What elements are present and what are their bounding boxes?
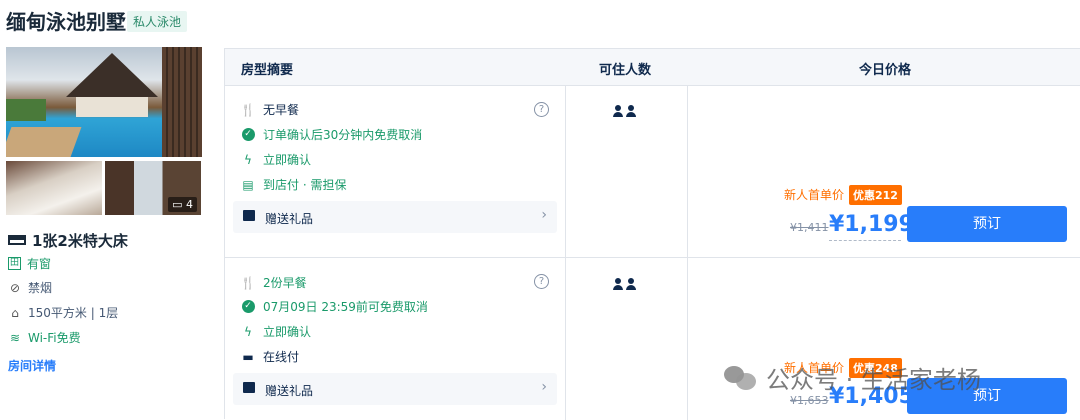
bed-icon: [8, 235, 26, 245]
help-icon[interactable]: ?: [534, 274, 549, 289]
pay-at-hotel-icon: ▤: [242, 177, 254, 192]
feature-window: 田 有窗: [8, 257, 52, 271]
lightning-icon: ϟ: [244, 324, 252, 339]
original-price: ¥1,411: [790, 221, 829, 234]
chevron-right-icon: ›: [541, 379, 547, 395]
original-price: ¥1,653: [790, 394, 829, 407]
occupancy-icons: [613, 105, 639, 120]
image-icon: ▭: [172, 198, 183, 211]
occupancy-icons: [613, 278, 639, 293]
payment-line: ▤ 到店付 · 需担保: [242, 177, 347, 193]
check-circle-icon: ✓: [241, 128, 255, 141]
person-icon: [613, 105, 623, 117]
room-thumbnail-1[interactable]: [6, 161, 102, 215]
table-header: 房型摘要 可住人数 今日价格: [225, 49, 1080, 86]
photo-count: 4: [186, 198, 193, 211]
photo-count-badge[interactable]: ▭ 4: [168, 197, 197, 212]
check-circle-icon: ✓: [241, 300, 255, 313]
bed-type: 1张2米特大床: [8, 230, 128, 251]
person-icon: [626, 105, 636, 117]
cancel-line: ✓ 07月09日 23:59前可免费取消: [241, 298, 428, 315]
chevron-right-icon: ›: [541, 207, 547, 223]
room-thumbnail-2[interactable]: ▭ 4: [105, 161, 201, 215]
gift-row[interactable]: 赠送礼品 ›: [233, 373, 557, 405]
feature-no-smoking: ⊘ 禁烟: [9, 280, 53, 296]
book-button[interactable]: 预订: [907, 206, 1067, 242]
person-icon: [613, 278, 623, 290]
room-main-photo[interactable]: [6, 47, 202, 157]
feature-area: ⌂ 150平方米 | 1层: [8, 304, 118, 321]
rate-row: 🍴 无早餐 ? ✓ 订单确认后30分钟内免费取消 ϟ 立即确认 ▤ 到店付 · …: [225, 85, 1080, 258]
private-pool-tag: 私人泳池: [127, 11, 188, 32]
help-icon[interactable]: ?: [534, 102, 549, 117]
rate-row: 🍴 2份早餐 ? ✓ 07月09日 23:59前可免费取消 ϟ 立即确认 ▬ 在…: [225, 257, 1080, 420]
watermark: 公众号 · 生活家老杨: [724, 360, 981, 395]
header-price: 今日价格: [859, 63, 912, 78]
confirm-line: ϟ 立即确认: [241, 323, 311, 340]
promo-label: 新人首单价: [784, 188, 845, 202]
wechat-icon: [724, 364, 758, 392]
header-summary: 房型摘要: [241, 63, 294, 78]
person-icon: [626, 278, 636, 290]
current-price: ¥1,199: [829, 212, 914, 237]
cancel-line: ✓ 订单确认后30分钟内免费取消: [241, 126, 422, 143]
gift-row[interactable]: 赠送礼品 ›: [233, 201, 557, 233]
hotel-title: 缅甸泳池别墅: [6, 10, 126, 34]
room-detail-link[interactable]: 房间详情: [8, 357, 56, 374]
lightning-icon: ϟ: [244, 152, 252, 167]
gift-icon: [243, 382, 255, 393]
wifi-icon: ≋: [9, 330, 21, 345]
no-meal-icon: 🍴: [240, 102, 256, 117]
card-icon: ▬: [242, 349, 254, 364]
area-icon: ⌂: [11, 305, 19, 320]
meal-icon: 🍴: [240, 275, 256, 290]
feature-wifi: ≋ Wi-Fi免费: [9, 330, 81, 346]
meal-line: 🍴 2份早餐: [240, 275, 307, 291]
meal-line: 🍴 无早餐: [240, 102, 300, 118]
header-occupancy: 可住人数: [599, 63, 652, 78]
confirm-line: ϟ 立即确认: [241, 151, 311, 168]
window-icon: 田: [8, 257, 21, 270]
payment-line: ▬ 在线付: [242, 349, 300, 365]
discount-tag: 优惠212: [849, 185, 902, 205]
no-smoking-icon: ⊘: [9, 280, 21, 295]
gift-icon: [243, 210, 255, 221]
